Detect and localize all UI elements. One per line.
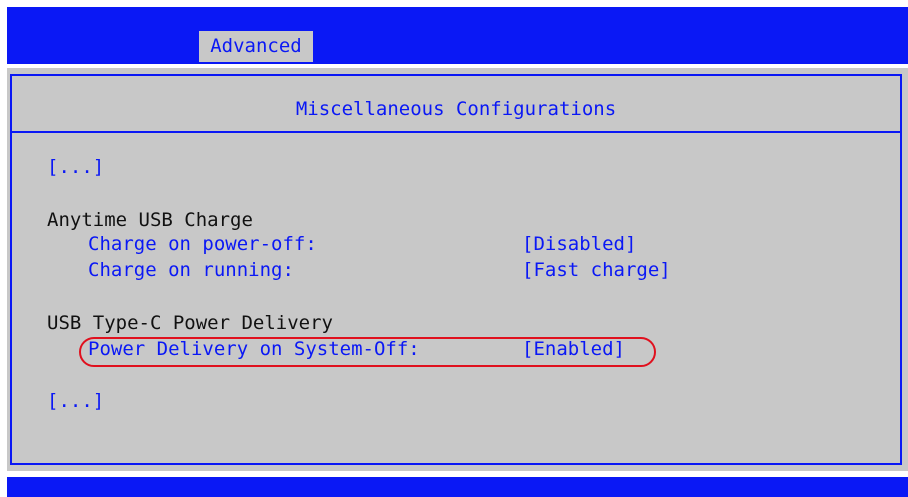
bottom-status-bar	[7, 477, 908, 497]
section-heading-anytime-usb-charge: Anytime USB Charge	[47, 209, 253, 231]
section-heading-usb-type-c-power-delivery: USB Type-C Power Delivery	[47, 312, 333, 334]
header-divider	[12, 131, 900, 133]
highlight-outline	[79, 337, 656, 367]
setting-value-charge-on-running[interactable]: [Fast charge]	[522, 259, 671, 281]
ellipsis-bottom: [...]	[47, 390, 105, 412]
bios-screen: Advanced Miscellaneous Configurations [.…	[0, 0, 908, 497]
setting-value-charge-on-power-off[interactable]: [Disabled]	[522, 233, 636, 255]
ellipsis-top: [...]	[47, 156, 105, 178]
panel-frame: Miscellaneous Configurations [...] Anyti…	[10, 74, 902, 465]
tab-advanced[interactable]: Advanced	[199, 31, 313, 62]
setting-label-charge-on-power-off[interactable]: Charge on power-off:	[88, 233, 317, 255]
top-menu-bar	[7, 7, 908, 64]
page-title: Miscellaneous Configurations	[295, 98, 617, 120]
settings-panel: Miscellaneous Configurations [...] Anyti…	[7, 68, 908, 471]
setting-label-charge-on-running[interactable]: Charge on running:	[88, 259, 294, 281]
